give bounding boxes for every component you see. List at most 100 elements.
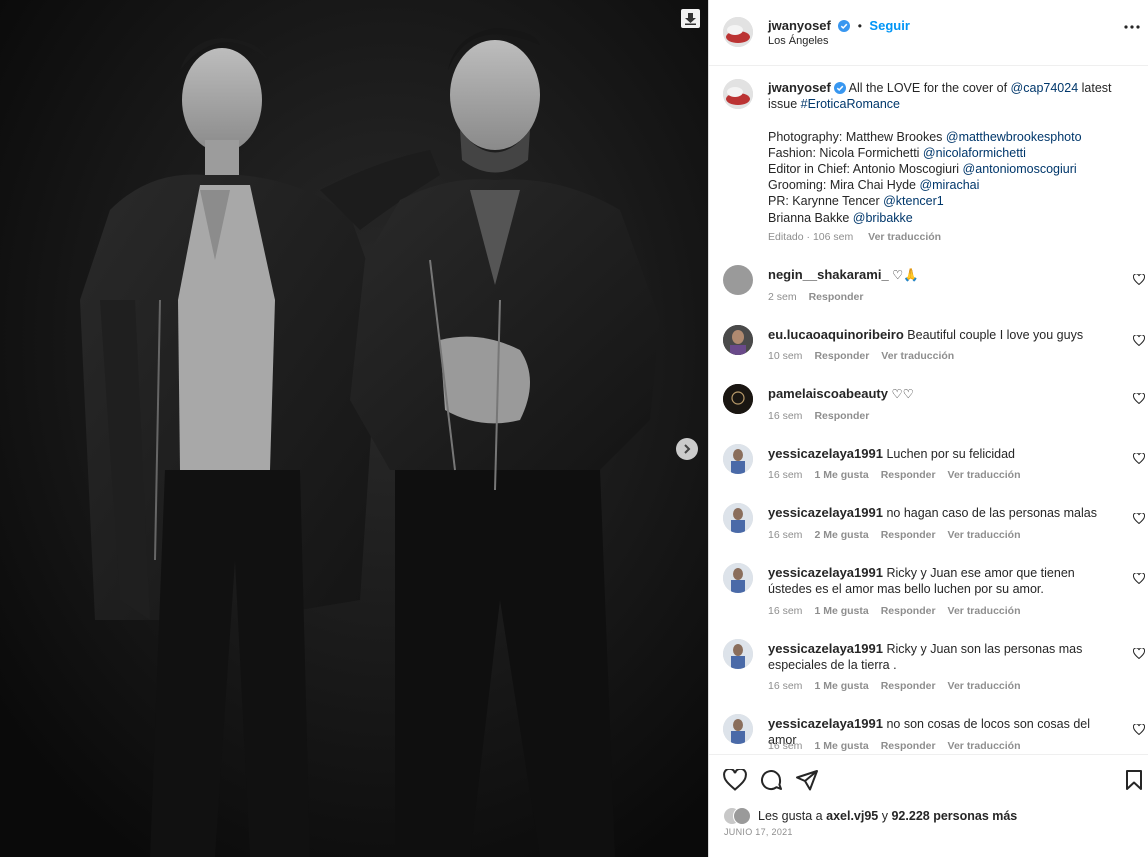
reply-button[interactable]: Responder (814, 410, 869, 422)
comment-time: 16 sem (768, 680, 803, 692)
credit-handle[interactable]: @matthewbrookesphoto (946, 130, 1082, 144)
comment-like-heart-icon[interactable] (1133, 453, 1145, 464)
commenter-avatar[interactable] (723, 384, 753, 414)
caption-hashtag[interactable]: #EroticaRomance (801, 97, 900, 111)
comment-username[interactable]: pamelaiscoabeauty (768, 386, 888, 401)
download-button[interactable] (681, 9, 700, 28)
commenter-avatar[interactable] (723, 444, 753, 474)
credit-handle[interactable]: @mirachai (919, 178, 979, 192)
comment-time: 2 sem (768, 291, 797, 303)
comment-time: 16 sem (768, 605, 803, 617)
liker-avatars[interactable] (723, 807, 753, 825)
paper-plane-icon[interactable] (795, 768, 819, 792)
likes-count[interactable]: 92.228 personas más (891, 809, 1017, 823)
comment-like-count[interactable]: 1 Me gusta (814, 680, 868, 692)
reply-button[interactable]: Responder (814, 350, 869, 362)
comment-username[interactable]: negin__shakarami_ (768, 267, 889, 282)
post-photo (0, 0, 708, 857)
credit-handle[interactable]: @nicolaformichetti (923, 146, 1026, 160)
credit-line: Photography: Matthew Brookes @matthewbro… (768, 129, 1082, 144)
reply-button[interactable]: Responder (809, 291, 864, 303)
comment-like-count[interactable]: 1 Me gusta (814, 469, 868, 481)
caption-avatar[interactable] (723, 79, 753, 109)
comment-like-heart-icon[interactable] (1133, 573, 1145, 584)
translate-link[interactable]: Ver traducción (948, 605, 1021, 617)
translate-link[interactable]: Ver traducción (948, 469, 1021, 481)
comment-like-heart-icon[interactable] (1133, 513, 1145, 524)
comment-like-count[interactable]: 2 Me gusta (814, 529, 868, 541)
follow-button[interactable]: Seguir (869, 18, 909, 33)
comment-username[interactable]: yessicazelaya1991 (768, 641, 883, 656)
translate-link[interactable]: Ver traducción (881, 350, 954, 362)
post-date[interactable]: JUNIO 17, 2021 (724, 827, 793, 837)
reply-button[interactable]: Responder (881, 605, 936, 617)
comment-username[interactable]: yessicazelaya1991 (768, 716, 883, 731)
comment-time: 10 sem (768, 350, 803, 362)
heart-icon[interactable] (723, 769, 747, 791)
comment-like-heart-icon[interactable] (1133, 648, 1145, 659)
post-location[interactable]: Los Ángeles (768, 35, 829, 47)
credit-handle[interactable]: @ktencer1 (883, 194, 944, 208)
caption-mention[interactable]: @cap74024 (1011, 81, 1079, 95)
credit-line: Editor in Chief: Antonio Moscogiuri @ant… (768, 162, 1077, 177)
credit-line: Fashion: Nicola Formichetti @nicolaformi… (768, 145, 1026, 160)
reply-button[interactable]: Responder (881, 740, 936, 752)
liker-username[interactable]: axel.vj95 (826, 809, 878, 823)
credit-line: PR: Karynne Tencer @ktencer1 (768, 194, 944, 209)
caption-edited-time: Editado · 106 sem (768, 231, 854, 243)
author-username[interactable]: jwanyosef (768, 18, 831, 33)
author-avatar[interactable] (723, 17, 753, 47)
comment-text: ♡🙏 (892, 268, 919, 282)
download-icon (685, 13, 696, 25)
verified-badge-icon (838, 20, 851, 32)
credit-handle[interactable]: @antoniomoscogiuri (963, 162, 1077, 176)
comment-time: 16 sem (768, 529, 803, 541)
commenter-avatar[interactable] (723, 639, 753, 669)
reply-button[interactable]: Responder (881, 469, 936, 481)
comment-like-count[interactable]: 1 Me gusta (814, 740, 868, 752)
comment-username[interactable]: yessicazelaya1991 (768, 446, 883, 461)
commenter-avatar[interactable] (723, 503, 753, 533)
verified-badge-icon (833, 82, 846, 94)
translate-link[interactable]: Ver traducción (948, 680, 1021, 692)
caption-text: latest (1078, 81, 1112, 95)
credit-line: Brianna Bakke @bribakke (768, 210, 913, 225)
likes-middle: y (881, 809, 888, 823)
caption-translate-link[interactable]: Ver traducción (868, 231, 941, 243)
comment-like-heart-icon[interactable] (1133, 335, 1145, 346)
chevron-right-icon (684, 444, 691, 454)
caption-meta: Editado · 106 sem Ver traducción (768, 231, 953, 243)
comment-text: no hagan caso de las personas malas (886, 506, 1097, 520)
likes-summary: Les gusta a axel.vj95 y 92.228 personas … (723, 807, 1017, 825)
reply-button[interactable]: Responder (881, 680, 936, 692)
comment-username[interactable]: yessicazelaya1991 (768, 505, 883, 520)
caption-text: All the LOVE for the cover of (848, 81, 1011, 95)
reply-button[interactable]: Responder (881, 529, 936, 541)
bookmark-icon[interactable] (1125, 769, 1143, 791)
commenter-avatar[interactable] (723, 325, 753, 355)
comment-username[interactable]: yessicazelaya1991 (768, 565, 883, 580)
comment-like-heart-icon[interactable] (1133, 724, 1145, 735)
more-horizontal-icon[interactable] (1124, 25, 1140, 29)
caption-username[interactable]: jwanyosef (768, 80, 831, 95)
commenter-avatar[interactable] (723, 714, 753, 744)
comment-time: 16 sem (768, 410, 803, 422)
translate-link[interactable]: Ver traducción (948, 529, 1021, 541)
comment-like-heart-icon[interactable] (1133, 274, 1145, 285)
comment-like-count[interactable]: 1 Me gusta (814, 605, 868, 617)
comment-like-heart-icon[interactable] (1133, 393, 1145, 404)
caption-text: issue (768, 97, 801, 112)
comment-time: 16 sem (768, 469, 803, 481)
comment-username[interactable]: eu.lucaoaquinoribeiro (768, 327, 904, 342)
post-caption: jwanyosef All the LOVE for the cover of … (768, 80, 1128, 226)
comment-icon[interactable] (759, 768, 783, 792)
post-media[interactable] (0, 0, 708, 857)
header-separator: • (857, 19, 862, 33)
post-sidebar: jwanyosef • Seguir Los Ángeles jwanyosef… (708, 0, 1148, 857)
comments-list[interactable]: jwanyosef All the LOVE for the cover of … (709, 66, 1148, 754)
translate-link[interactable]: Ver traducción (948, 740, 1021, 752)
commenter-avatar[interactable] (723, 563, 753, 593)
credit-handle[interactable]: @bribakke (853, 211, 913, 225)
next-slide-button[interactable] (676, 438, 698, 460)
commenter-avatar[interactable] (723, 265, 753, 295)
